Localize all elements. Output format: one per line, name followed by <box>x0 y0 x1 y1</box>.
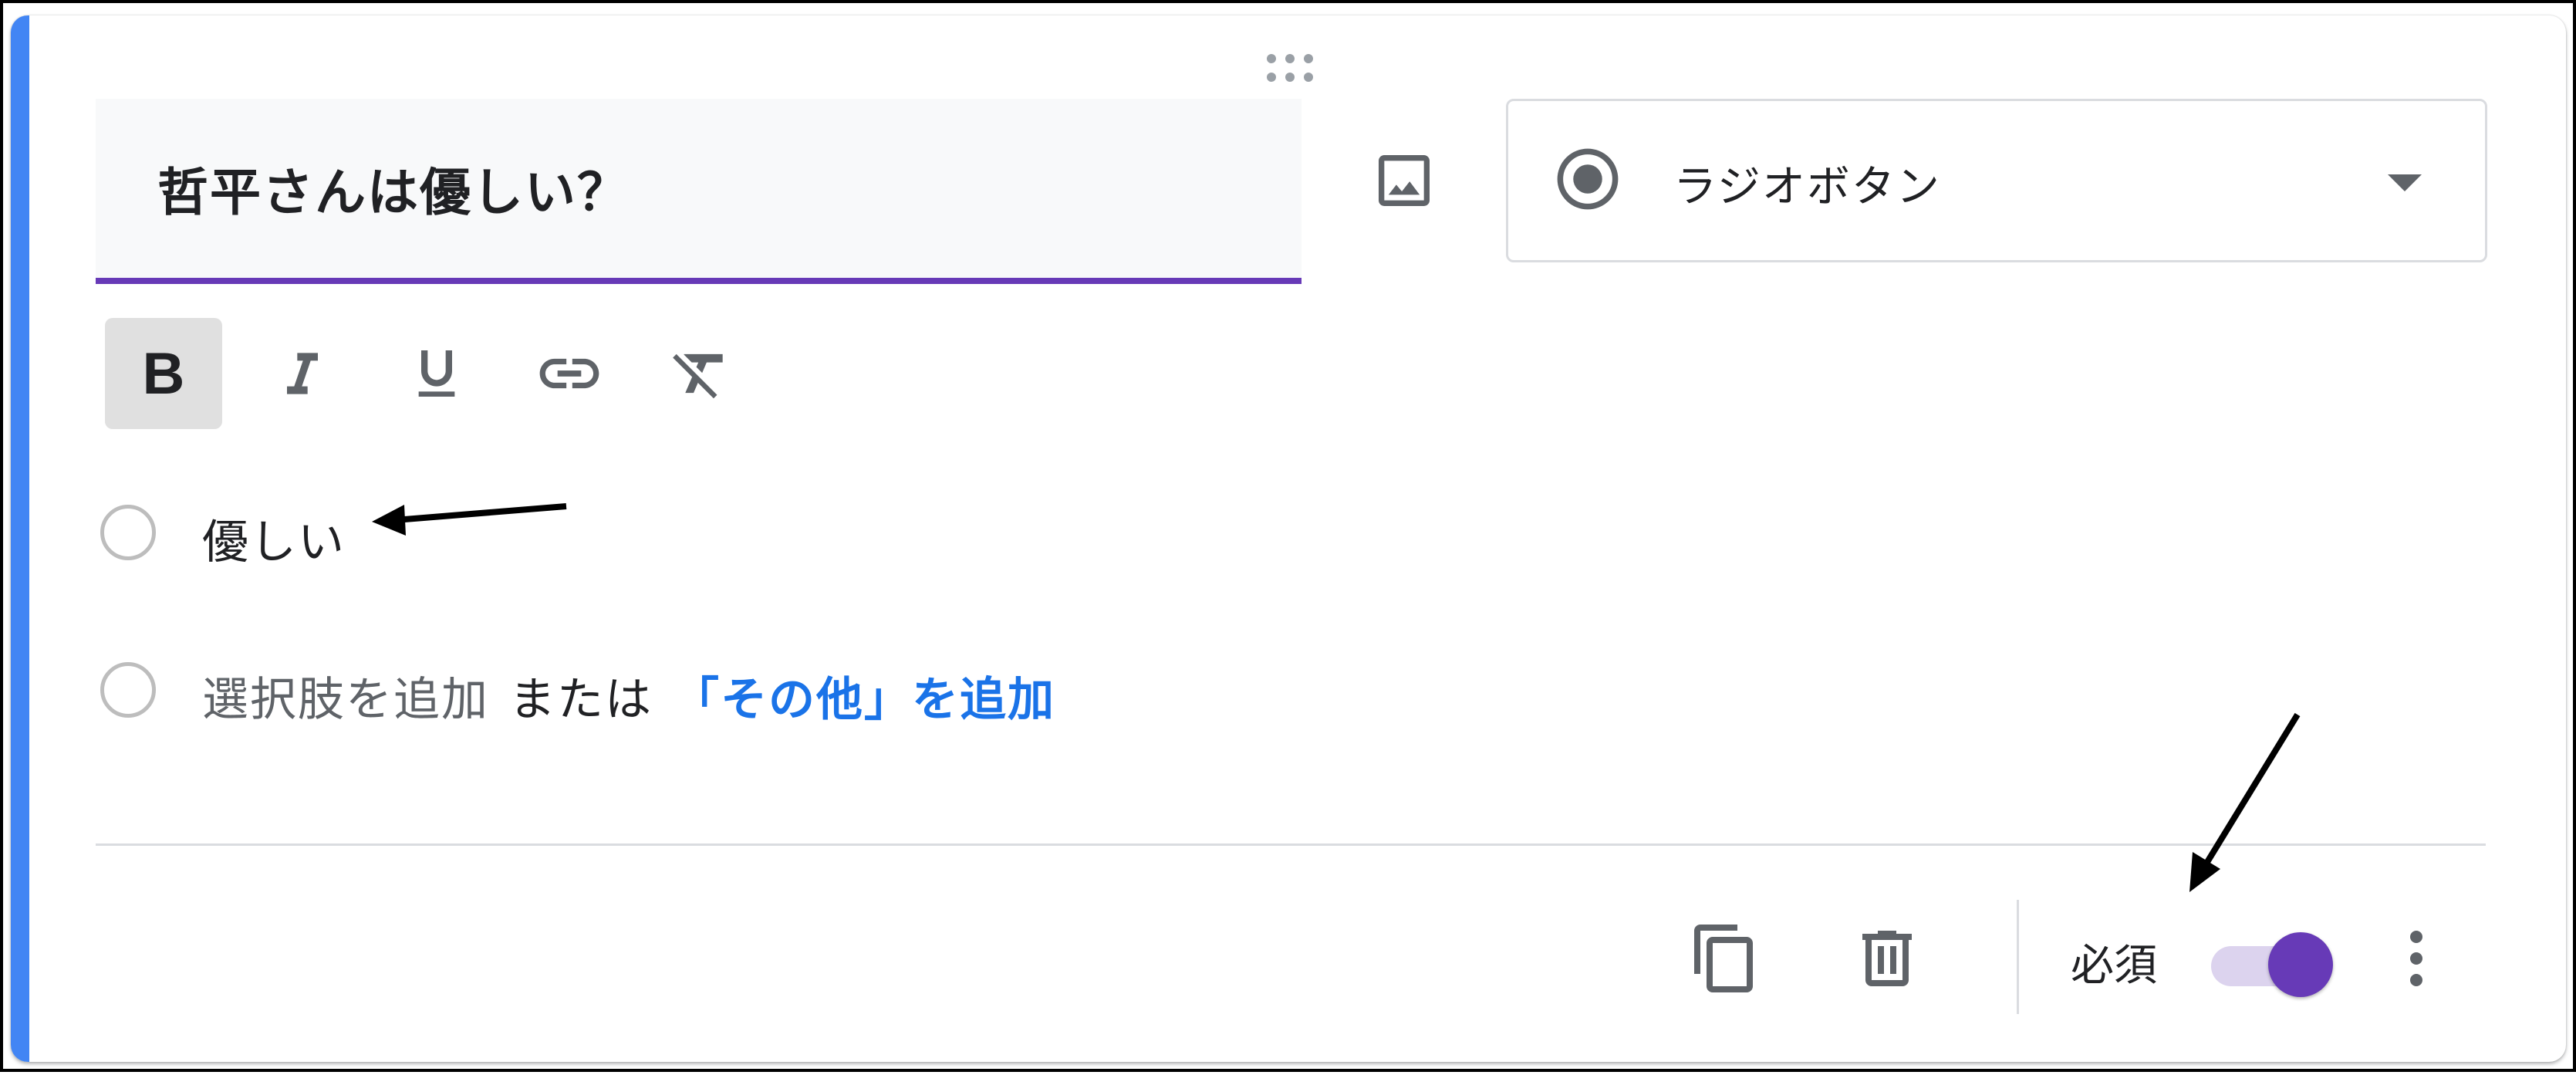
option-label[interactable]: 優しい <box>202 505 346 572</box>
clear-formatting-button[interactable] <box>642 318 759 429</box>
add-option-line: 選択肢を追加 または 「その他」を追加 <box>202 662 1055 729</box>
italic-icon <box>287 353 318 394</box>
add-option-radio <box>100 662 156 718</box>
question-type-dropdown[interactable]: ラジオボタン <box>1506 99 2487 262</box>
footer-separator <box>2017 900 2019 1014</box>
italic-button[interactable] <box>244 318 361 429</box>
question-title-field[interactable]: 哲平さんは優しい？ <box>96 99 1302 284</box>
add-option-row: 選択肢を追加 または 「その他」を追加 <box>96 651 1176 728</box>
add-other-option-button[interactable]: 「その他」を追加 <box>673 673 1055 727</box>
toggle-thumb <box>2268 932 2333 997</box>
required-toggle[interactable] <box>2202 925 2338 999</box>
option-row: 優しい <box>96 494 790 571</box>
delete-icon[interactable] <box>1850 921 1924 996</box>
add-image-icon[interactable] <box>1370 147 1438 215</box>
underline-icon <box>418 350 455 397</box>
underline-button[interactable] <box>378 318 495 429</box>
question-title-text: 哲平さんは優しい？ <box>157 163 630 222</box>
option-radio[interactable] <box>100 505 156 560</box>
drag-handle-icon[interactable] <box>1267 54 1325 85</box>
question-type-label: ラジオボタン <box>1673 162 1941 212</box>
add-option-button[interactable]: 選択肢を追加 <box>202 673 489 727</box>
footer-divider <box>96 843 2486 846</box>
link-button[interactable] <box>511 318 628 429</box>
question-card: 哲平さんは優しい？ ラジオボタン B 優しい 選択肢を追加 または 「その他」を… <box>11 15 2566 1062</box>
required-label: 必須 <box>2071 941 2157 991</box>
duplicate-icon[interactable] <box>1688 921 1762 996</box>
link-icon <box>539 358 599 389</box>
chevron-down-icon <box>2388 174 2422 191</box>
bold-button[interactable]: B <box>105 318 222 429</box>
bold-icon: B <box>142 340 185 407</box>
more-options-icon[interactable] <box>2379 921 2453 996</box>
screenshot-frame: 哲平さんは優しい？ ラジオボタン B 優しい 選択肢を追加 または 「その他」を… <box>0 0 2576 1072</box>
or-text: または <box>509 673 653 727</box>
clear-format-icon <box>673 353 723 399</box>
radio-button-type-icon <box>1557 148 1619 210</box>
active-card-indicator <box>11 15 29 1062</box>
